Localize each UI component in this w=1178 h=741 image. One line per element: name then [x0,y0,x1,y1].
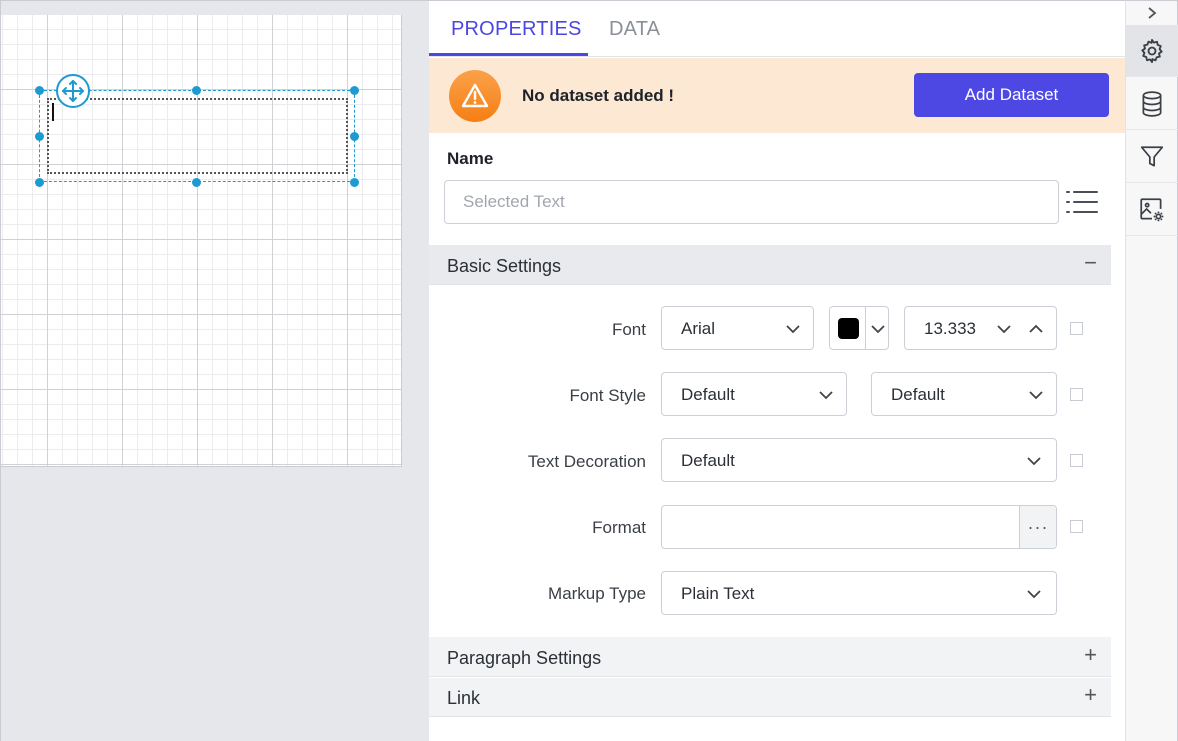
image-settings-icon[interactable] [1126,184,1178,236]
design-canvas-area[interactable] [0,0,429,741]
chevron-down-icon [1029,391,1043,400]
banner-message: No dataset added ! [522,86,675,105]
markup-type-label: Markup Type [548,584,646,603]
resize-handle-bottom-right[interactable] [350,178,359,187]
chevron-down-icon [786,325,800,334]
list-icon[interactable] [1065,189,1099,215]
chevron-down-icon [871,325,885,334]
resize-handle-top[interactable] [192,86,201,95]
resize-handle-right[interactable] [350,132,359,141]
dataset-warning-banner: No dataset added ! Add Dataset [429,58,1125,133]
warning-icon [449,70,501,122]
tab-data[interactable]: DATA [609,18,660,41]
expand-icon[interactable]: + [1084,644,1097,666]
move-icon[interactable] [56,74,90,108]
format-checkbox[interactable] [1070,520,1083,533]
font-weight-dropdown[interactable]: Default [871,372,1057,416]
expand-icon[interactable]: + [1084,684,1097,706]
font-style-checkbox[interactable] [1070,388,1083,401]
link-settings-title: Link [447,688,481,708]
font-style-value: Default [681,385,735,404]
text-decoration-dropdown[interactable]: Default [661,438,1057,482]
filter-icon[interactable] [1126,131,1178,183]
font-weight-value: Default [891,385,945,404]
collapse-icon[interactable]: − [1084,252,1097,274]
text-decoration-value: Default [681,451,735,470]
font-family-dropdown[interactable]: Arial [661,306,814,350]
name-input[interactable] [444,180,1059,224]
right-toolbar [1125,0,1178,741]
increment-icon[interactable] [1028,321,1044,337]
text-decoration-label: Text Decoration [527,452,646,471]
font-color-swatch [838,318,859,339]
gear-icon[interactable] [1126,25,1178,77]
font-style-label: Font Style [569,386,646,405]
font-checkbox[interactable] [1070,322,1083,335]
paragraph-settings-title: Paragraph Settings [447,648,602,668]
decrement-icon[interactable] [996,321,1012,337]
resize-handle-bottom[interactable] [192,178,201,187]
font-size-stepper[interactable]: 13.333 [904,306,1057,350]
paragraph-settings-header[interactable]: Paragraph Settings + [429,637,1111,677]
resize-handle-top-right[interactable] [350,86,359,95]
font-size-value: 13.333 [924,319,976,338]
font-style-dropdown[interactable]: Default [661,372,847,416]
format-input[interactable]: ··· [661,505,1057,549]
text-caret [52,103,54,121]
format-label: Format [592,518,646,537]
resize-handle-bottom-left[interactable] [35,178,44,187]
font-label: Font [611,320,646,339]
chevron-down-icon [1027,457,1041,466]
divider [865,307,866,349]
selection-box[interactable] [39,90,355,182]
chevron-down-icon [1027,590,1041,599]
chevron-down-icon [819,391,833,400]
active-tab-indicator [429,53,588,56]
markup-type-dropdown[interactable]: Plain Text [661,571,1057,615]
add-dataset-button[interactable]: Add Dataset [914,73,1109,117]
basic-settings-title: Basic Settings [447,256,562,276]
name-label: Name [447,149,494,168]
resize-handle-top-left[interactable] [35,86,44,95]
link-settings-header[interactable]: Link + [429,678,1111,717]
properties-panel: PROPERTIES DATA No dataset added ! Add D… [429,0,1125,741]
tab-properties[interactable]: PROPERTIES [451,18,582,41]
chevron-right-icon[interactable] [1126,1,1178,25]
panel-tabs: PROPERTIES DATA [429,1,1125,57]
markup-type-value: Plain Text [681,584,755,603]
resize-handle-left[interactable] [35,132,44,141]
font-color-picker[interactable] [829,306,889,350]
text-box-item[interactable] [47,98,348,174]
more-options-icon[interactable]: ··· [1019,506,1056,548]
database-icon[interactable] [1126,78,1178,130]
font-family-value: Arial [681,319,716,338]
text-decoration-checkbox[interactable] [1070,454,1083,467]
basic-settings-header[interactable]: Basic Settings − [429,245,1111,285]
